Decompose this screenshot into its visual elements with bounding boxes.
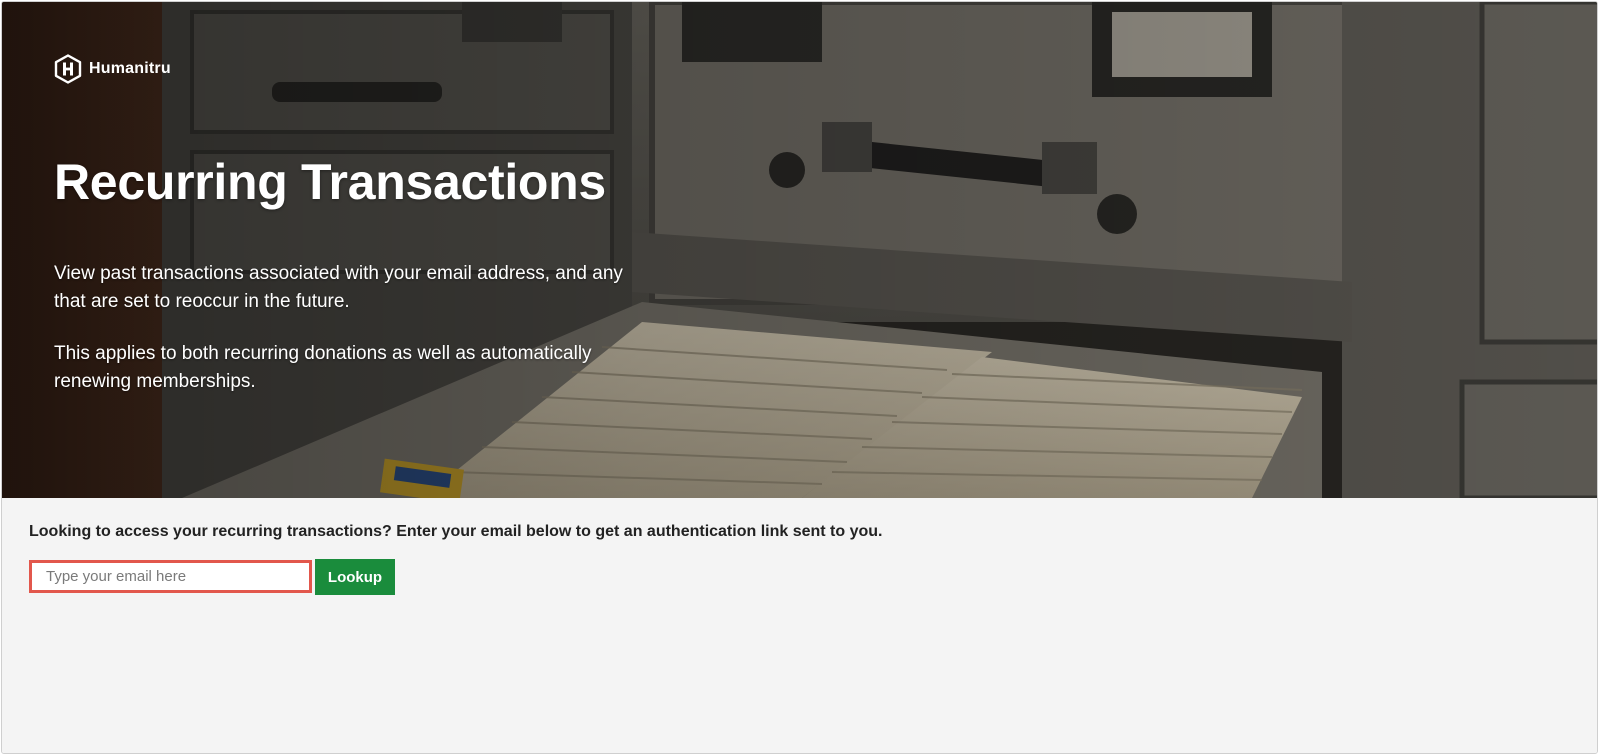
brand-logo[interactable]: Humanitru	[53, 54, 171, 84]
hexagon-h-logo-icon	[54, 54, 82, 84]
hero-dark-overlay	[2, 2, 1597, 498]
page-frame: Humanitru Recurring Transactions View pa…	[1, 1, 1598, 754]
lookup-section: Looking to access your recurring transac…	[2, 498, 1597, 753]
page-title: Recurring Transactions	[54, 154, 606, 210]
hero-description: View past transactions associated with y…	[54, 263, 623, 312]
hero-description-secondary: This applies to both recurring donations…	[54, 343, 592, 392]
brand-name: Humanitru	[89, 60, 171, 77]
lookup-prompt: Looking to access your recurring transac…	[29, 523, 883, 540]
email-input[interactable]	[29, 560, 312, 593]
hero-banner: Humanitru Recurring Transactions View pa…	[2, 2, 1597, 498]
lookup-button[interactable]: Lookup	[315, 559, 395, 595]
